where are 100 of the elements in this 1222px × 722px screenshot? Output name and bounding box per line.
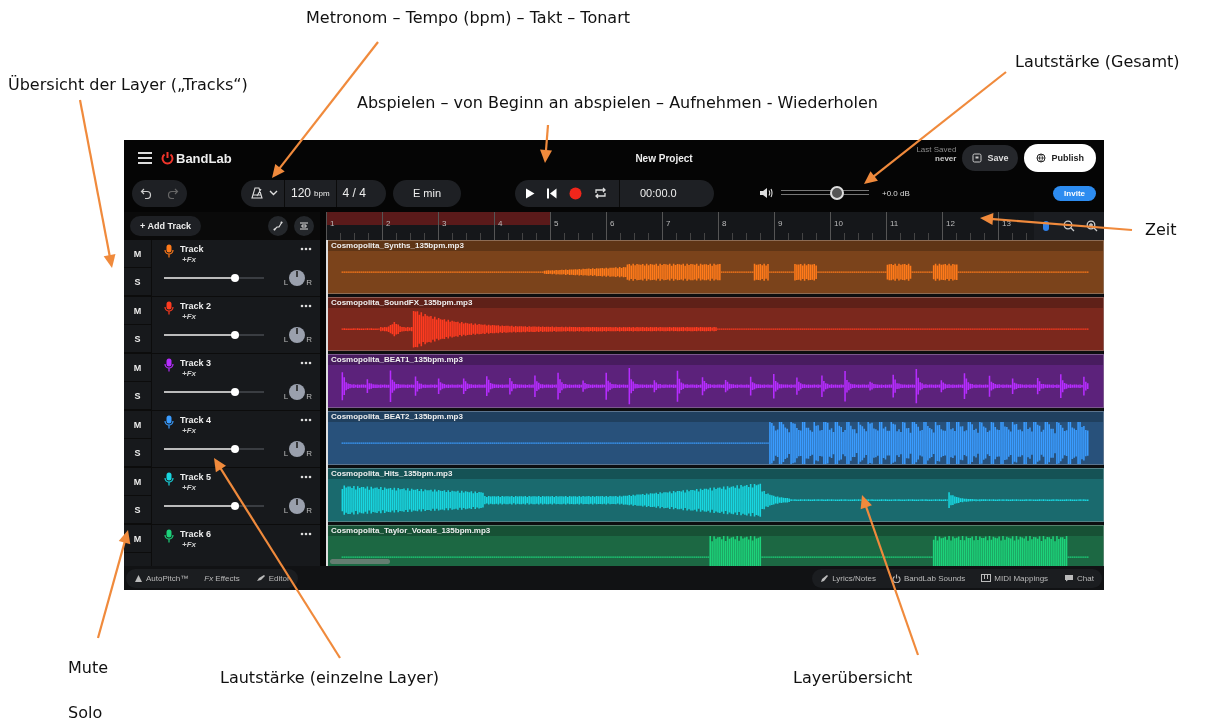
lyrics-button[interactable]: Lyrics/Notes <box>812 568 884 588</box>
chat-button[interactable]: Chat <box>1056 568 1102 588</box>
fx-button[interactable]: +Fx <box>180 311 198 322</box>
pan-left-label: L <box>283 278 289 287</box>
pan-knob[interactable] <box>288 440 307 458</box>
speaker-icon[interactable] <box>759 187 773 199</box>
time-display: 00:00.0 <box>640 187 677 199</box>
clip-name: Cosmopolita_Synths_135bpm.mp3 <box>331 241 464 251</box>
clip-name: Cosmopolita_BEAT1_135bpm.mp3 <box>331 355 463 365</box>
pan-knob[interactable] <box>288 383 307 401</box>
pan-knob[interactable] <box>288 269 307 287</box>
clip-name: Cosmopolita_Hits_135bpm.mp3 <box>331 469 453 479</box>
master-volume-slider[interactable] <box>781 186 869 200</box>
publish-button[interactable]: Publish <box>1024 144 1096 172</box>
sounds-button[interactable]: BandLab Sounds <box>883 568 974 588</box>
annotation-label: Solo <box>68 703 103 722</box>
bar-number: 11 <box>890 219 899 228</box>
audio-clip[interactable]: Cosmopolita_BEAT2_135bpm.mp3 <box>326 411 1104 465</box>
audio-clip[interactable]: Cosmopolita_Synths_135bpm.mp3 <box>326 240 1104 294</box>
track-volume-slider[interactable] <box>164 388 264 396</box>
more-icon[interactable] <box>300 361 312 365</box>
annotation-label: Abspielen – von Beginn an abspielen – Aufnehmen - Wiederholen <box>357 93 878 112</box>
metronome-icon[interactable] <box>251 187 263 199</box>
last-saved-value: never <box>935 154 957 163</box>
bar-number: 13 <box>1002 219 1011 228</box>
time-signature[interactable]: 4 / 4 <box>342 186 366 200</box>
save-icon <box>972 153 983 163</box>
track-volume-slider[interactable] <box>164 502 264 510</box>
fx-button[interactable]: +Fx <box>180 482 198 493</box>
more-icon[interactable] <box>300 532 312 536</box>
slider-thumb[interactable] <box>231 445 239 453</box>
annotation-label: Übersicht der Layer („Tracks“) <box>8 75 248 94</box>
bar-number: 1 <box>330 219 335 228</box>
annotation-label: Lautstärke (Gesamt) <box>1015 52 1180 71</box>
audio-clip[interactable]: Cosmopolita_SoundFX_135bpm.mp3 <box>326 297 1104 351</box>
track-name[interactable]: Track 6 <box>180 529 212 539</box>
slider-thumb[interactable] <box>231 274 239 282</box>
zoom-out-icon[interactable] <box>1063 220 1075 232</box>
pan-left-label: L <box>283 449 289 458</box>
more-icon[interactable] <box>300 418 312 422</box>
pan-knob[interactable] <box>288 497 307 515</box>
horizontal-scrollbar[interactable] <box>330 559 390 564</box>
play-icon[interactable] <box>525 187 535 199</box>
timeline-ruler[interactable]: 1 2 3 4 5 6 7 8 9 10 11 12 13 <box>326 212 1104 240</box>
bar-number: 6 <box>610 219 615 228</box>
bar-number: 2 <box>386 219 391 228</box>
track-volume-slider[interactable] <box>164 445 264 453</box>
chevron-down-icon[interactable] <box>269 190 278 196</box>
editor-button[interactable]: Editor <box>247 568 298 588</box>
more-icon[interactable] <box>300 304 312 308</box>
menu-icon[interactable] <box>137 151 153 165</box>
audio-clip[interactable]: Cosmopolita_BEAT1_135bpm.mp3 <box>326 354 1104 408</box>
pan-knob[interactable] <box>288 326 307 344</box>
loop-icon[interactable] <box>594 187 607 199</box>
tempo-value[interactable]: 120 <box>291 186 312 200</box>
effects-button[interactable]: Fx Effects <box>196 568 248 588</box>
pen-icon <box>255 574 266 582</box>
track-name[interactable]: Track 2 <box>180 301 212 311</box>
record-icon[interactable] <box>569 186 582 200</box>
clip-name: Cosmopolita_Taylor_Vocals_135bpm.mp3 <box>331 526 491 536</box>
bar-number: 10 <box>834 219 843 228</box>
fx-button[interactable]: +Fx <box>180 368 198 379</box>
fx-button[interactable]: +Fx <box>180 539 198 550</box>
more-icon[interactable] <box>300 247 312 251</box>
redo-icon[interactable] <box>167 187 180 199</box>
pan-left-label: L <box>283 506 289 515</box>
audio-clip[interactable]: Cosmopolita_Taylor_Vocals_135bpm.mp3 <box>326 525 1104 566</box>
bar-number: 4 <box>498 219 503 228</box>
annotation-label: Lautstärke (einzelne Layer) <box>220 668 440 687</box>
autopitch-button[interactable]: AutoPitch™ <box>126 568 197 588</box>
key-button[interactable]: E min <box>393 179 461 207</box>
slider-thumb[interactable] <box>231 502 239 510</box>
more-icon[interactable] <box>300 475 312 479</box>
bar-number: 8 <box>722 219 727 228</box>
fx-button[interactable]: +Fx <box>180 425 198 436</box>
track-name[interactable]: Track 3 <box>180 358 212 368</box>
slider-thumb[interactable] <box>231 388 239 396</box>
track-name[interactable]: Track 4 <box>180 415 212 425</box>
slider-thumb[interactable] <box>231 331 239 339</box>
fit-button[interactable] <box>294 216 314 236</box>
track-volume-slider[interactable] <box>164 274 264 282</box>
pan-right-label: R <box>306 335 312 344</box>
save-button[interactable]: Save <box>962 145 1019 171</box>
track-volume-slider[interactable] <box>164 331 264 339</box>
brand-logo[interactable]: BandLab <box>176 150 232 166</box>
track-name[interactable]: Track <box>180 244 204 254</box>
pan-right-label: R <box>306 506 312 515</box>
track-name[interactable]: Track 5 <box>180 472 212 482</box>
add-track-button[interactable]: + Add Track <box>130 216 201 236</box>
undo-icon[interactable] <box>139 187 152 199</box>
tempo-unit: bpm <box>314 188 330 198</box>
skip-back-icon[interactable] <box>547 187 557 199</box>
slider-thumb[interactable] <box>830 186 845 200</box>
midi-button[interactable]: MIDI Mappings <box>973 568 1057 588</box>
zoom-in-icon[interactable] <box>1086 220 1099 232</box>
pitch-icon <box>134 573 143 583</box>
automation-button[interactable] <box>268 216 288 236</box>
fx-button[interactable]: +Fx <box>180 254 198 265</box>
globe-icon <box>1036 153 1047 163</box>
audio-clip[interactable]: Cosmopolita_Hits_135bpm.mp3 <box>326 468 1104 522</box>
